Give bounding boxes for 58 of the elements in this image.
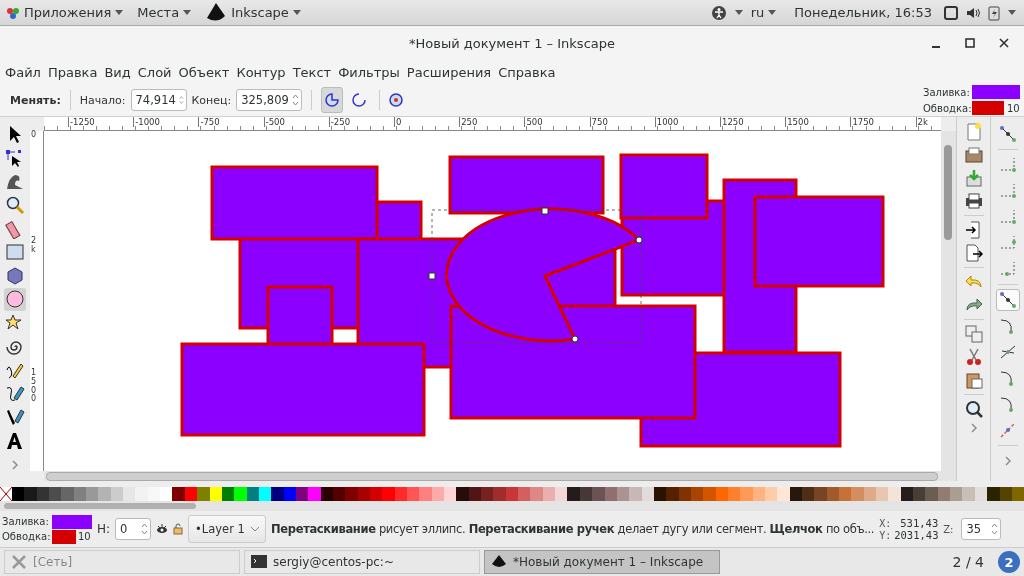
start-field[interactable]: 74,914 xyxy=(130,89,187,111)
menu-item[interactable]: Расширения xyxy=(406,64,492,80)
ruler-label: 2k xyxy=(31,237,38,255)
ruler-label: 1250 xyxy=(720,117,744,127)
menu-item[interactable]: Справка xyxy=(498,64,556,80)
ruler-label: -500 xyxy=(263,117,285,127)
top-menu[interactable]: Inkscape xyxy=(205,1,301,24)
stroke-label: Обводка: xyxy=(923,102,969,114)
notification-badge[interactable]: 2 xyxy=(998,551,1020,573)
ruler-label: 0 xyxy=(31,131,38,140)
menu-item[interactable]: Фильтры xyxy=(338,64,400,80)
ruler-label: 1500 xyxy=(31,369,38,405)
ruler-label: -1250 xyxy=(68,117,95,127)
zoom-label: Z: xyxy=(943,523,954,535)
window-title: *Новый документ 1 – Inkscape xyxy=(409,35,615,51)
menu-item[interactable]: Файл xyxy=(5,64,41,80)
menu-item[interactable]: Правка xyxy=(47,64,98,80)
opacity-field[interactable]: 0 xyxy=(115,518,152,540)
fill-label: Заливка: xyxy=(2,516,50,527)
fill-label: Заливка: xyxy=(923,86,969,98)
ruler-label: 2k xyxy=(915,117,928,127)
menu-item[interactable]: Текст xyxy=(292,64,332,80)
menu-item[interactable]: Слой xyxy=(137,64,172,80)
taskbar-item[interactable]: sergiy@centos-pc:~ xyxy=(244,550,480,574)
menu-item[interactable]: Вид xyxy=(104,64,131,80)
ruler-label: -750 xyxy=(198,117,220,127)
ruler-label: 0 xyxy=(394,117,402,127)
start-label: Начало: xyxy=(79,93,126,107)
ruler-label: 500 xyxy=(524,117,543,127)
end-field[interactable]: 325,809 xyxy=(236,89,303,111)
layer-dropdown[interactable]: •Layer 1 xyxy=(188,515,267,543)
top-menu[interactable]: Места xyxy=(137,5,192,20)
ruler-label: 1000 xyxy=(654,117,679,127)
ruler-label: 1500 xyxy=(785,117,809,127)
taskbar-item[interactable]: *Новый документ 1 – Inkscape xyxy=(484,550,720,574)
top-menu[interactable]: Приложения xyxy=(6,5,124,20)
ruler-label: 750 xyxy=(589,117,608,127)
menu-item[interactable]: Объект xyxy=(178,64,230,80)
end-label: Конец: xyxy=(191,93,232,107)
status-message: Перетаскивание рисует эллипс. Перетаскивание ручек делает дугу или сегмент. Щелчок по объ... xyxy=(271,522,875,536)
stroke-width: 10 xyxy=(1007,102,1020,114)
ruler-label: 250 xyxy=(459,117,478,127)
x-label: X: xyxy=(879,518,892,529)
ruler-label: -1000 xyxy=(133,117,160,127)
menu-item[interactable]: Контур xyxy=(236,64,286,80)
opacity-label: H: xyxy=(97,522,111,536)
tool-label: Менять: xyxy=(10,93,61,107)
ruler-label: 1750 xyxy=(850,117,875,127)
x-coordinate: 531,43 xyxy=(899,517,939,529)
zoom-field[interactable]: 35 xyxy=(961,518,1002,540)
clock[interactable]: Понедельник, 16:53 xyxy=(794,5,932,20)
stroke-label: Обводка: xyxy=(2,531,50,542)
y-coordinate: 2031,43 xyxy=(894,529,939,541)
stroke-width: 10 xyxy=(78,531,91,542)
workspace-indicator[interactable]: 2 / 4 xyxy=(942,554,994,570)
language-menu[interactable]: ru xyxy=(750,5,777,20)
ruler-label: -250 xyxy=(328,117,351,127)
y-label: Y: xyxy=(879,530,892,541)
